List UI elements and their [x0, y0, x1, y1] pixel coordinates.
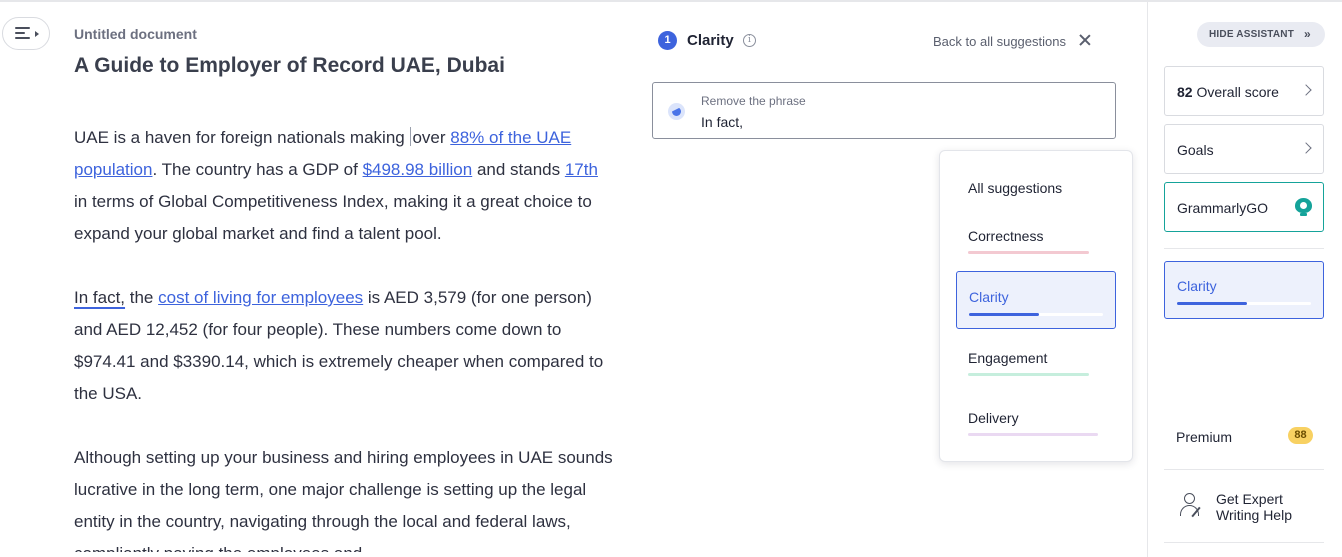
delivery-bar [968, 433, 1098, 436]
lightbulb-icon [1295, 198, 1312, 217]
premium-count-badge[interactable]: 88 [1288, 427, 1313, 444]
hide-assistant-button[interactable]: HIDE ASSISTANT » [1197, 22, 1325, 47]
clarity-card-label: Clarity [1177, 278, 1217, 294]
chevron-right-icon [1300, 142, 1312, 154]
engagement-bar [968, 373, 1089, 376]
overall-score-value: 82 [1177, 84, 1193, 100]
paragraph-2[interactable]: In fact, the cost of living for employee… [74, 282, 614, 410]
document-title[interactable]: Untitled document [74, 26, 197, 42]
goals-label: Goals [1177, 142, 1214, 158]
sidebar-divider [1164, 542, 1324, 543]
menu-button[interactable] [2, 17, 50, 50]
clarity-icon [668, 103, 685, 120]
text-run: . The country has a GDP of [152, 160, 363, 179]
clarity-progress-track [969, 313, 1103, 316]
sidebar-divider [1164, 469, 1324, 470]
paragraph-3[interactable]: Although setting up your business and hi… [74, 442, 614, 552]
document-body[interactable]: UAE is a haven for foreign nationals mak… [74, 122, 614, 552]
suggestion-index-badge: 1 [658, 31, 677, 50]
overall-score-label: Overall score [1192, 84, 1279, 100]
chevron-right-icon [1300, 84, 1312, 96]
paragraph-1[interactable]: UAE is a haven for foreign nationals mak… [74, 122, 614, 250]
text-run: the [125, 288, 159, 307]
menu-icon [15, 27, 30, 40]
overall-score-card[interactable]: 82 Overall score [1164, 66, 1324, 116]
top-border [0, 0, 1342, 2]
dropdown-item-correctness[interactable]: Correctness [968, 228, 1043, 244]
grammarlygo-card[interactable]: GrammarlyGO [1164, 182, 1324, 232]
grammarlygo-label: GrammarlyGO [1177, 200, 1268, 216]
expert-writer-icon[interactable] [1178, 492, 1204, 518]
sidebar-divider [1164, 248, 1324, 249]
goals-card[interactable]: Goals [1164, 124, 1324, 174]
suggestion-header: 1 Clarity i Back to all suggestions [658, 31, 1098, 51]
get-expert-help-link[interactable]: Get Expert Writing Help [1216, 491, 1292, 523]
suggestion-phrase: In fact, [701, 114, 744, 130]
flagged-phrase[interactable]: In fact, [74, 288, 125, 307]
info-icon[interactable]: i [743, 34, 756, 47]
clarity-card-progress-fill [1177, 302, 1247, 305]
suggestion-action: Remove the phrase [701, 94, 806, 108]
expert-line-1: Get Expert [1216, 491, 1283, 507]
text-run: over [412, 128, 451, 147]
clarity-progress-fill [969, 313, 1039, 316]
caret-right-icon [35, 31, 39, 37]
close-icon[interactable] [1078, 33, 1092, 47]
overall-score-text: 82 Overall score [1177, 84, 1279, 100]
suggestion-card[interactable]: Remove the phrase In fact, [652, 82, 1116, 139]
dropdown-item-delivery[interactable]: Delivery [968, 410, 1019, 426]
clarity-card[interactable]: Clarity [1164, 261, 1324, 319]
hide-assistant-label: HIDE ASSISTANT [1209, 29, 1295, 40]
double-chevron-right-icon: » [1304, 27, 1311, 41]
dropdown-item-engagement[interactable]: Engagement [968, 350, 1047, 366]
back-to-all-suggestions-link[interactable]: Back to all suggestions [933, 34, 1066, 49]
link-17th[interactable]: 17th [565, 160, 598, 179]
link-cost-of-living[interactable]: cost of living for employees [158, 288, 363, 307]
dropdown-item-all-suggestions[interactable]: All suggestions [968, 180, 1062, 196]
correctness-bar [968, 251, 1089, 254]
suggestion-category: Clarity [687, 32, 734, 49]
premium-label[interactable]: Premium [1176, 429, 1232, 445]
expert-line-2: Writing Help [1216, 507, 1292, 523]
dropdown-item-label: Clarity [969, 289, 1009, 305]
dropdown-item-clarity[interactable]: Clarity [956, 271, 1116, 329]
assistant-sidebar: HIDE ASSISTANT » 82 Overall score Goals … [1147, 2, 1342, 557]
text-run: UAE is a haven for foreign nationals mak… [74, 128, 410, 147]
category-dropdown: All suggestions Correctness Clarity Enga… [939, 150, 1133, 462]
text-run: in terms of Global Competitiveness Index… [74, 192, 592, 243]
text-run: and stands [472, 160, 565, 179]
document-heading[interactable]: A Guide to Employer of Record UAE, Dubai [74, 54, 505, 78]
document-heading-area: A Guide to Employer of Record UAE, Dubai [74, 48, 634, 80]
link-gdp[interactable]: $498.98 billion [363, 160, 473, 179]
clarity-card-progress-track [1177, 302, 1311, 305]
